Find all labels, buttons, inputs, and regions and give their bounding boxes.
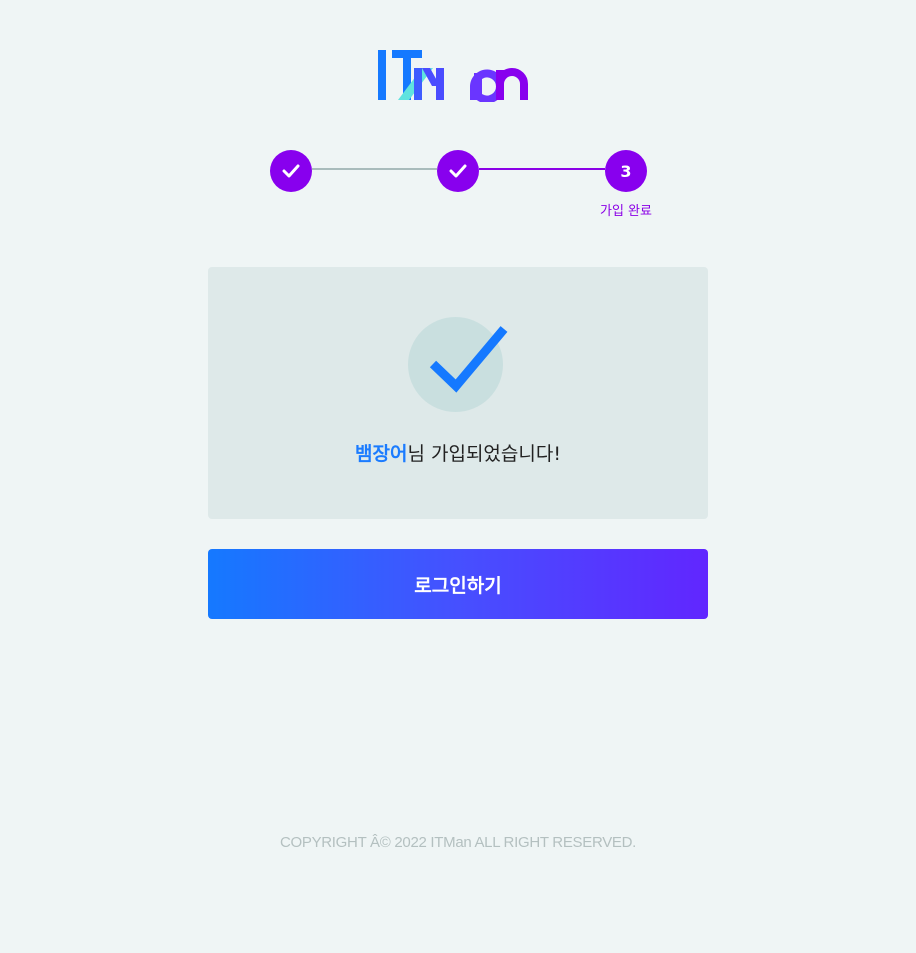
step-connector-1 [312,168,437,170]
welcome-message: 뱀장어님 가입되었습니다! [208,439,708,466]
signup-stepper: 3 가입 완료 [0,0,916,230]
welcome-message-suffix: 님 가입되었습니다! [407,443,561,465]
step-2-complete [437,150,479,192]
step-connector-2 [479,168,605,170]
signup-complete-card: 뱀장어님 가입되었습니다! [208,267,708,519]
login-button[interactable]: 로그인하기 [208,549,708,619]
check-mark-icon [408,317,508,412]
copyright-footer: COPYRIGHT Â© 2022 ITMan ALL RIGHT RESERV… [279,834,637,851]
check-icon [282,164,300,178]
step-3-label: 가입 완료 [600,204,652,219]
user-name: 뱀장어 [355,443,408,465]
step-3-number: 3 [620,161,632,181]
check-icon [449,164,467,178]
step-1-complete [270,150,312,192]
step-3-current: 3 [605,150,647,192]
